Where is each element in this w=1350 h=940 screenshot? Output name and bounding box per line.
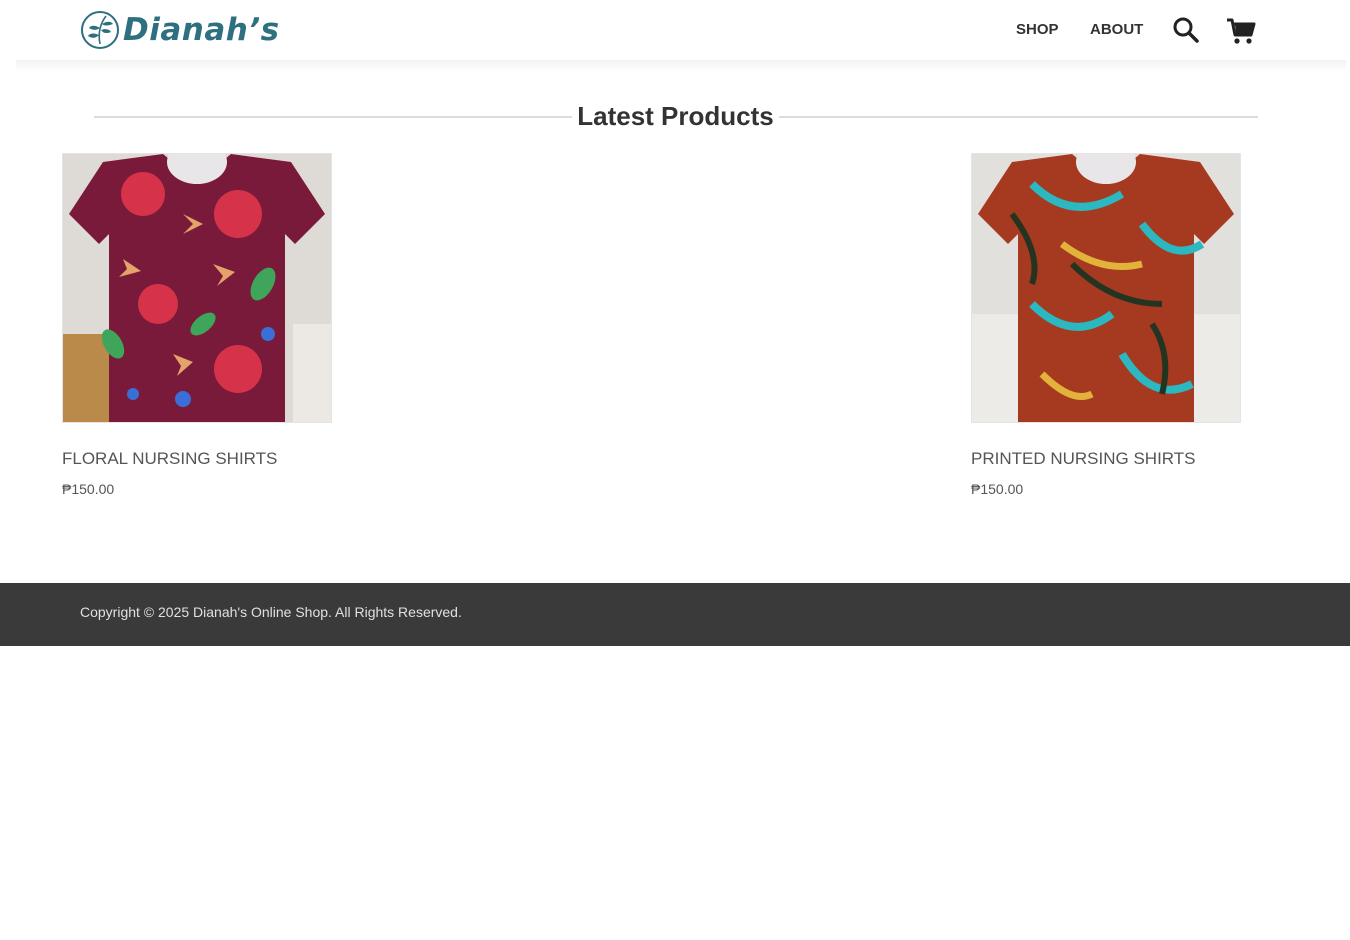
search-icon[interactable] [1172, 16, 1200, 44]
leaf-logo-icon [81, 11, 119, 49]
nav-shop-link[interactable]: SHOP [1016, 21, 1059, 38]
site-footer: Copyright © 2025 Dianah's Online Shop. A… [0, 583, 1350, 646]
product-card: FLORAL NURSING SHIRTS ₱150.00 [62, 153, 332, 497]
product-image-printed-shirt[interactable] [971, 153, 1241, 423]
product-price: ₱150.00 [971, 481, 1024, 497]
product-name[interactable]: PRINTED NURSING SHIRTS [971, 449, 1241, 469]
nav-about-link[interactable]: ABOUT [1090, 21, 1143, 38]
section-title: Latest Products [577, 101, 774, 131]
product-name[interactable]: FLORAL NURSING SHIRTS [62, 449, 332, 469]
product-image-floral-shirt[interactable] [62, 153, 332, 423]
header-shadow [16, 60, 1346, 72]
product-card: PRINTED NURSING SHIRTS ₱150.00 [971, 153, 1241, 497]
site-logo[interactable]: Dianah’s [80, 10, 280, 50]
cart-icon[interactable] [1226, 16, 1256, 46]
site-header: Dianah’s SHOP ABOUT [0, 0, 1350, 60]
logo-text: Dianah’s [123, 12, 280, 48]
product-price: ₱150.00 [62, 481, 115, 497]
footer-copyright: Copyright © 2025 Dianah's Online Shop. A… [80, 604, 462, 620]
heading-divider-left [94, 116, 572, 118]
heading-divider-right [779, 116, 1258, 118]
latest-products-heading: Latest Products [94, 98, 1258, 134]
